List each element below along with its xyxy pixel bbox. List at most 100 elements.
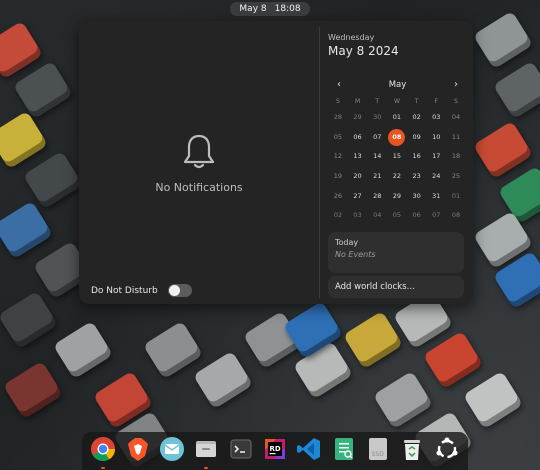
empty-notifications: No Notifications xyxy=(79,131,319,194)
topbar-date: May 8 xyxy=(239,3,267,14)
calendar-day[interactable]: 15 xyxy=(387,147,407,167)
dock-trash-launcher[interactable] xyxy=(397,436,427,466)
svg-text:SSD: SSD xyxy=(372,451,385,458)
wallpaper-key xyxy=(0,110,49,170)
calendar-day[interactable]: 23 xyxy=(407,167,427,187)
calendar-day[interactable]: 31 xyxy=(426,187,446,207)
files-icon xyxy=(193,436,219,466)
calendar-day[interactable]: 16 xyxy=(407,147,427,167)
mail-icon xyxy=(159,436,185,466)
top-bar: May 8 18:08 xyxy=(0,0,540,16)
weekday-header: M xyxy=(354,98,361,105)
calendar-day[interactable]: 08 xyxy=(446,206,466,226)
wallpaper-key xyxy=(0,290,59,350)
calendar-day[interactable]: 17 xyxy=(426,147,446,167)
calendar-day[interactable]: 20 xyxy=(348,167,368,187)
wallpaper-key xyxy=(422,330,484,390)
ubuntu-apps-icon xyxy=(434,436,460,466)
brave-icon xyxy=(125,436,151,466)
topbar-time: 18:08 xyxy=(274,3,301,14)
wallpaper-key xyxy=(12,60,74,120)
calendar-day[interactable]: 26 xyxy=(328,187,348,207)
wallpaper-key xyxy=(142,320,204,380)
weekday-header: F xyxy=(434,98,438,105)
previous-month-icon[interactable]: ‹ xyxy=(332,79,346,90)
trash-icon xyxy=(399,436,425,466)
calendar-day[interactable]: 09 xyxy=(407,128,427,148)
dock-chrome-launcher[interactable] xyxy=(88,436,118,469)
calendar-day[interactable]: 22 xyxy=(387,167,407,187)
calendar-day[interactable]: 14 xyxy=(367,147,387,167)
calendar-day[interactable]: 01 xyxy=(387,108,407,128)
weekday-header: W xyxy=(393,98,400,105)
dock-ubuntu-apps-launcher[interactable] xyxy=(432,436,462,466)
wallpaper-key xyxy=(472,120,534,180)
weekday-name: Wednesday xyxy=(328,33,375,42)
weekday-header: T xyxy=(414,98,419,105)
notification-list: No Notifications Do Not Disturb xyxy=(79,21,319,304)
next-month-icon[interactable]: › xyxy=(449,79,463,90)
calendar-day[interactable]: 21 xyxy=(367,167,387,187)
calendar-day[interactable]: 13 xyxy=(348,147,368,167)
calendar-grid: S M T W T F S 28 29 30 01 02 03 04 05 06 07 08 09 10 11 12 13 1… xyxy=(328,95,467,226)
dock-rider-launcher[interactable]: RD xyxy=(260,436,290,466)
calendar-day[interactable]: 18 xyxy=(446,147,466,167)
weekday-header: S xyxy=(335,98,340,105)
calendar-day[interactable]: 04 xyxy=(367,206,387,226)
calendar-day[interactable]: 29 xyxy=(387,187,407,207)
calendar-day[interactable]: 02 xyxy=(328,206,348,226)
wallpaper-key xyxy=(462,370,524,430)
text-editor-icon xyxy=(331,436,357,466)
calendar-day[interactable]: 05 xyxy=(328,128,348,148)
svg-text:RD: RD xyxy=(269,445,280,453)
dock-mail-launcher[interactable] xyxy=(157,436,187,466)
calendar-day[interactable]: 01 xyxy=(446,187,466,207)
calendar-day[interactable]: 02 xyxy=(407,108,427,128)
calendar-day[interactable]: 06 xyxy=(407,206,427,226)
events-section[interactable]: Today No Events xyxy=(328,232,464,273)
date-time-button[interactable]: May 8 18:08 xyxy=(230,1,310,16)
wallpaper-key xyxy=(372,370,434,430)
calendar-day[interactable]: 11 xyxy=(446,128,466,148)
month-label: May xyxy=(388,79,407,90)
dock-files-launcher[interactable] xyxy=(191,436,221,469)
weekday-header: T xyxy=(375,98,380,105)
terminal-icon xyxy=(228,436,254,466)
calendar-day[interactable]: 05 xyxy=(387,206,407,226)
no-events-label: No Events xyxy=(335,250,376,259)
calendar-day[interactable]: 30 xyxy=(367,108,387,128)
calendar-day[interactable]: 30 xyxy=(407,187,427,207)
dock-ssd-drive-launcher[interactable]: SSD xyxy=(363,436,393,466)
rider-icon: RD xyxy=(262,436,288,466)
calendar-day[interactable]: 07 xyxy=(367,128,387,148)
dock-text-editor-launcher[interactable] xyxy=(329,436,359,466)
dock-terminal-launcher[interactable] xyxy=(226,436,256,466)
calendar-day[interactable]: 28 xyxy=(367,187,387,207)
chrome-icon xyxy=(90,436,116,466)
do-not-disturb-toggle[interactable] xyxy=(167,284,192,297)
vscode-icon xyxy=(296,436,322,466)
wallpaper-key xyxy=(472,10,534,70)
dock-vscode-launcher[interactable] xyxy=(294,436,324,466)
wallpaper-key xyxy=(52,320,114,380)
bell-icon xyxy=(183,134,215,169)
wallpaper-key xyxy=(342,310,404,370)
calendar-day[interactable]: 10 xyxy=(426,128,446,148)
calendar-day[interactable]: 04 xyxy=(446,108,466,128)
calendar-day-today[interactable]: 08 xyxy=(387,128,407,148)
calendar-day[interactable]: 19 xyxy=(328,167,348,187)
calendar-day[interactable]: 07 xyxy=(426,206,446,226)
calendar-day[interactable]: 27 xyxy=(348,187,368,207)
calendar-day[interactable]: 12 xyxy=(328,147,348,167)
dock-brave-launcher[interactable] xyxy=(123,436,153,466)
calendar-day[interactable]: 03 xyxy=(348,206,368,226)
do-not-disturb-label: Do Not Disturb xyxy=(91,285,158,296)
calendar-day[interactable]: 28 xyxy=(328,108,348,128)
calendar-day[interactable]: 03 xyxy=(426,108,446,128)
calendar-day[interactable]: 25 xyxy=(446,167,466,187)
add-world-clocks-button[interactable]: Add world clocks… xyxy=(328,276,464,298)
wallpaper-key xyxy=(22,150,84,210)
calendar-day[interactable]: 29 xyxy=(348,108,368,128)
calendar-day[interactable]: 24 xyxy=(426,167,446,187)
calendar-day[interactable]: 06 xyxy=(348,128,368,148)
